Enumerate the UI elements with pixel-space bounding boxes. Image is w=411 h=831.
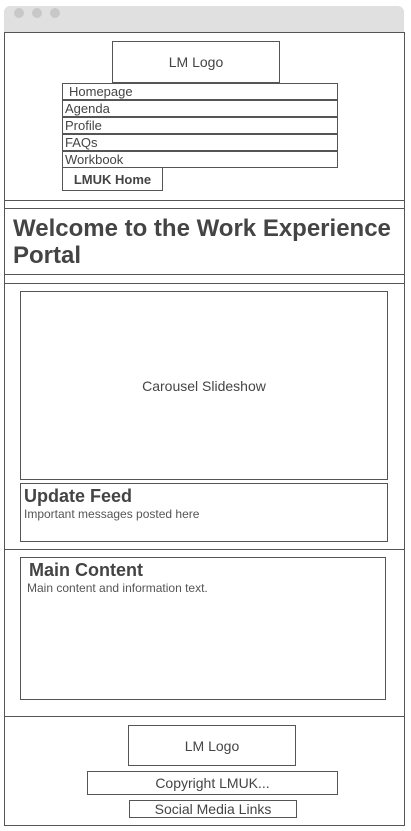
main-content-heading: Main Content <box>29 560 143 580</box>
social-media-links[interactable]: Social Media Links <box>129 800 297 818</box>
divider <box>4 208 405 209</box>
divider <box>4 274 405 275</box>
nav-item-faqs[interactable]: FAQs <box>62 134 338 151</box>
nav-item-workbook[interactable]: Workbook <box>62 151 338 168</box>
nav-item-profile[interactable]: Profile <box>62 117 338 134</box>
divider <box>4 283 405 284</box>
header-logo[interactable]: LM Logo <box>112 41 280 83</box>
window-minimize-dot[interactable] <box>32 8 42 18</box>
page-title: Welcome to the Work Experience Portal <box>13 215 391 269</box>
window-close-dot[interactable] <box>14 8 24 18</box>
main-content: Main Content Main content and informatio… <box>20 557 386 700</box>
nav-item-agenda[interactable]: Agenda <box>62 100 338 117</box>
divider <box>4 200 405 201</box>
divider <box>4 716 405 717</box>
update-feed-heading: Update Feed <box>24 486 133 506</box>
nav-item-label: Agenda <box>65 101 110 116</box>
carousel-slideshow[interactable]: Carousel Slideshow <box>20 291 388 480</box>
social-media-label: Social Media Links <box>154 801 272 817</box>
window-titlebar <box>4 6 404 32</box>
nav-item-label: Homepage <box>69 84 133 99</box>
footer-logo[interactable]: LM Logo <box>128 725 296 766</box>
header-logo-label: LM Logo <box>168 54 224 70</box>
copyright-text: Copyright LMUK... <box>155 775 270 791</box>
lmuk-home-button-label: LMUK Home <box>73 171 152 187</box>
nav-item-label: Workbook <box>65 152 124 167</box>
nav-item-homepage[interactable]: Homepage <box>62 83 338 100</box>
update-feed: Update Feed Important messages posted he… <box>20 483 388 542</box>
window-maximize-dot[interactable] <box>50 8 60 18</box>
divider <box>4 549 405 550</box>
main-content-text: Main content and information text. <box>27 581 208 595</box>
copyright-box: Copyright LMUK... <box>87 771 338 795</box>
carousel-label: Carousel Slideshow <box>142 377 266 394</box>
nav-item-label: FAQs <box>65 135 98 150</box>
footer-logo-label: LM Logo <box>184 737 240 754</box>
lmuk-home-button[interactable]: LMUK Home <box>62 167 163 191</box>
nav-item-label: Profile <box>65 118 102 133</box>
update-feed-text: Important messages posted here <box>24 507 200 521</box>
